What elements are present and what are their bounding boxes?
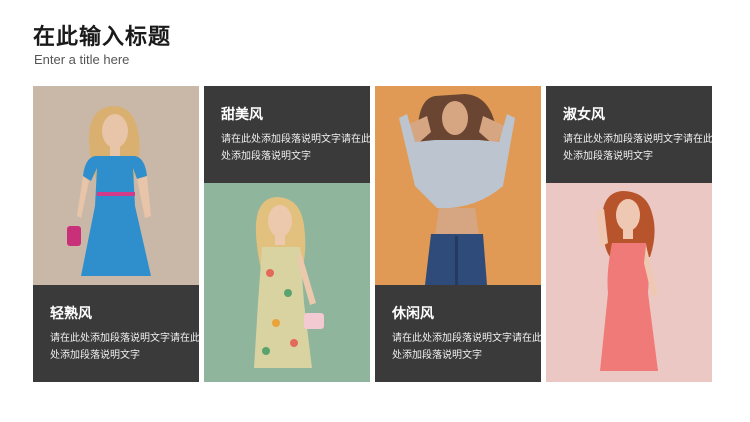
card-title: 休闲风 [392, 306, 434, 322]
description-panel: 休闲风 请在此处添加段落说明文字请在此处添加段落说明文字 [375, 285, 541, 382]
model-photo-blue-dress [33, 86, 199, 285]
page-subtitle: Enter a title here [34, 52, 130, 67]
card-description: 请在此处添加段落说明文字请在此处添加段落说明文字 [563, 134, 712, 162]
description-panel: 甜美风 请在此处添加段落说明文字请在此处添加段落说明文字 [204, 86, 370, 183]
model-photo-pink-dress [546, 183, 712, 382]
card-description: 请在此处添加段落说明文字请在此处添加段落说明文字 [50, 333, 199, 361]
card-title: 甜美风 [221, 107, 263, 123]
style-card-2: 甜美风 请在此处添加段落说明文字请在此处添加段落说明文字 [204, 86, 370, 382]
style-card-4: 淑女风 请在此处添加段落说明文字请在此处添加段落说明文字 [546, 86, 712, 382]
style-card-1: 轻熟风 请在此处添加段落说明文字请在此处添加段落说明文字 [33, 86, 199, 382]
card-title: 淑女风 [563, 107, 605, 123]
card-title: 轻熟风 [50, 306, 92, 322]
card-description: 请在此处添加段落说明文字请在此处添加段落说明文字 [221, 134, 370, 162]
card-description: 请在此处添加段落说明文字请在此处添加段落说明文字 [392, 333, 541, 361]
description-panel: 轻熟风 请在此处添加段落说明文字请在此处添加段落说明文字 [33, 285, 199, 382]
model-photo-crop-top-jeans [375, 86, 541, 285]
description-panel: 淑女风 请在此处添加段落说明文字请在此处添加段落说明文字 [546, 86, 712, 183]
model-photo-floral-dress [204, 183, 370, 382]
style-card-3: 休闲风 请在此处添加段落说明文字请在此处添加段落说明文字 [375, 86, 541, 382]
page-title: 在此输入标题 [33, 25, 172, 50]
